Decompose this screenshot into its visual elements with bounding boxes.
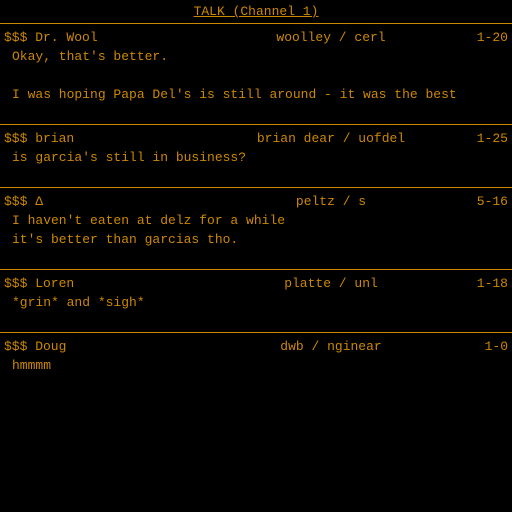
message-line bbox=[0, 66, 512, 85]
message-line: it's better than garcias tho. bbox=[0, 230, 512, 249]
message-handle: woolley / cerl bbox=[204, 30, 458, 45]
message-id: 5-16 bbox=[458, 194, 508, 209]
message-name: $$$ Dr. Wool bbox=[4, 30, 204, 45]
message-header: $$$ Dr. Woolwoolley / cerl1-20 bbox=[0, 28, 512, 47]
message-header: $$$ Lorenplatte / unl1-18 bbox=[0, 274, 512, 293]
message-header: $$$ Dougdwb / nginear1-0 bbox=[0, 337, 512, 356]
message-id: 1-18 bbox=[458, 276, 508, 291]
message-name: $$$ Doug bbox=[4, 339, 204, 354]
messages-container: $$$ Dr. Woolwoolley / cerl1-20Okay, that… bbox=[0, 23, 512, 395]
message-line: is garcia's still in business? bbox=[0, 148, 512, 167]
title-bar: TALK (Channel 1) bbox=[0, 0, 512, 23]
message-handle: brian dear / uofdel bbox=[204, 131, 458, 146]
message-line: hmmmm bbox=[0, 356, 512, 375]
message-line: *grin* and *sigh* bbox=[0, 293, 512, 312]
message-block: $$$ Dr. Woolwoolley / cerl1-20Okay, that… bbox=[0, 23, 512, 124]
message-line: Okay, that's better. bbox=[0, 47, 512, 66]
message-name: $$$ Loren bbox=[4, 276, 204, 291]
message-id: 1-20 bbox=[458, 30, 508, 45]
message-header: $$$ Δpeltz / s5-16 bbox=[0, 192, 512, 211]
message-line: I was hoping Papa Del's is still around … bbox=[0, 85, 512, 104]
message-name: $$$ brian bbox=[4, 131, 204, 146]
message-handle: platte / unl bbox=[204, 276, 458, 291]
message-block: $$$ Δpeltz / s5-16I haven't eaten at del… bbox=[0, 187, 512, 269]
message-line: I haven't eaten at delz for a while bbox=[0, 211, 512, 230]
message-handle: peltz / s bbox=[204, 194, 458, 209]
title-text: TALK (Channel 1) bbox=[194, 4, 319, 19]
message-block: $$$ Dougdwb / nginear1-0hmmmm bbox=[0, 332, 512, 395]
message-name: $$$ Δ bbox=[4, 194, 204, 209]
message-handle: dwb / nginear bbox=[204, 339, 458, 354]
message-id: 1-0 bbox=[458, 339, 508, 354]
message-block: $$$ brianbrian dear / uofdel1-25is garci… bbox=[0, 124, 512, 187]
message-block: $$$ Lorenplatte / unl1-18*grin* and *sig… bbox=[0, 269, 512, 332]
message-header: $$$ brianbrian dear / uofdel1-25 bbox=[0, 129, 512, 148]
message-id: 1-25 bbox=[458, 131, 508, 146]
